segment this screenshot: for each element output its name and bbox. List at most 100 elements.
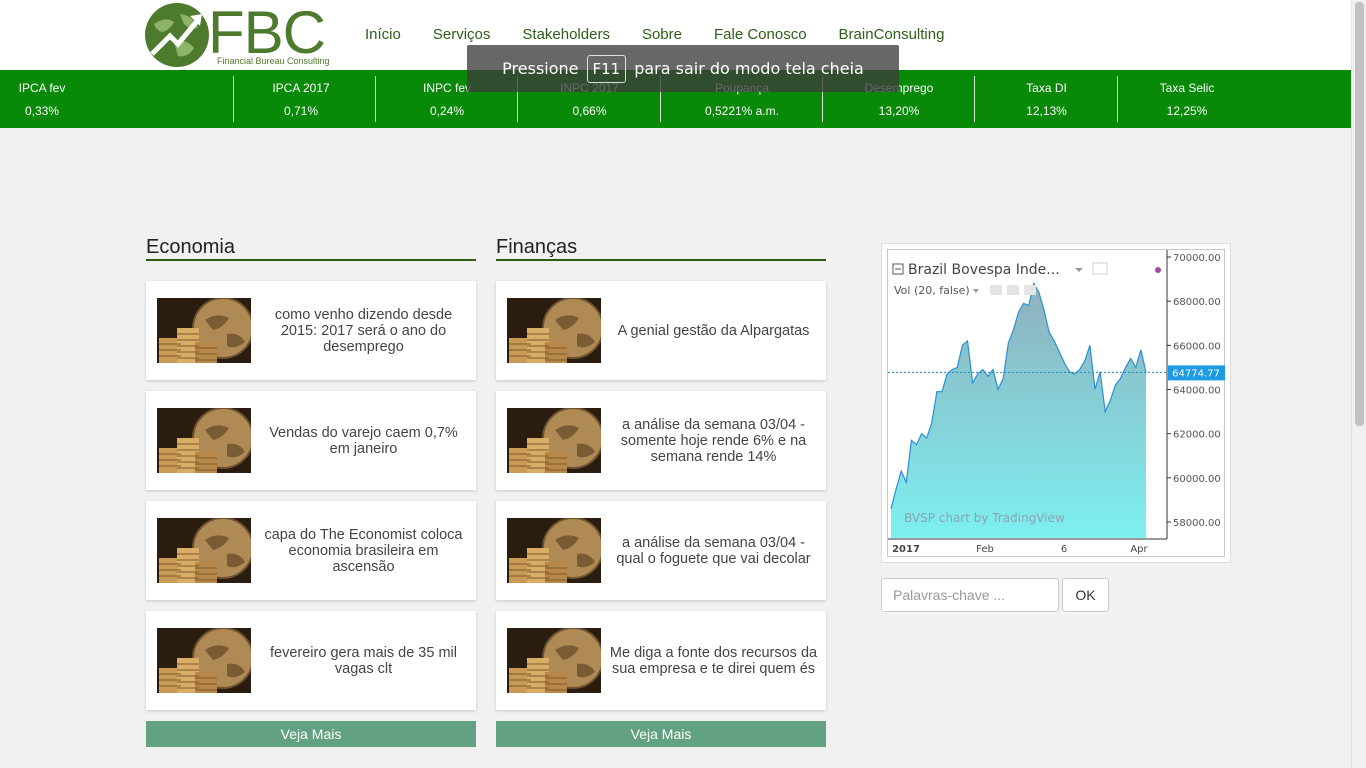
volume-dropdown-icon[interactable] [973,289,979,293]
y-tick-label: 58000.00 [1173,518,1221,529]
y-tick-label: 60000.00 [1173,474,1221,485]
nav-item-stakeholders[interactable]: Stakeholders [522,26,610,43]
coins-globe-thumbnail[interactable] [157,298,251,363]
article-title[interactable]: A genial gestão da Alpargatas [609,281,818,380]
indicator-name: IPCA 2017 [272,81,330,95]
indicator-value: 0,71% [283,104,319,118]
x-tick-label: 2017 [892,544,920,555]
article-title[interactable]: capa do The Economist coloca economia br… [259,501,468,600]
nav-item-inicio[interactable]: Início [365,26,401,43]
last-price-label: 64774.77 [1172,368,1220,379]
indicator-value: 0,24% [429,104,465,118]
globe-logo-icon [145,3,209,67]
article-title[interactable]: a análise da semana 03/04 - somente hoje… [609,391,818,490]
indicator-name: Taxa DI [1026,81,1067,95]
section-title-financas: Finanças [496,236,826,261]
search-input[interactable] [881,578,1059,612]
indicator-value: 12,25% [1166,104,1208,118]
article-title[interactable]: fevereiro gera mais de 35 mil vagas clt [259,611,468,710]
article-title[interactable]: Vendas do varejo caem 0,7% em janeiro [259,391,468,490]
toast-key: F11 [586,54,627,83]
indicator-ipca-2017: IPCA 2017 0,71% [234,70,376,128]
page-scrollbar[interactable] [1351,0,1366,768]
coins-globe-image [507,518,601,583]
indicator-taxa-di: Taxa DI 12,13% [975,70,1118,128]
coins-globe-thumbnail[interactable] [507,628,601,693]
fullscreen-exit-toast: Pressione F11 para sair do modo tela che… [467,45,899,92]
article-card[interactable]: A genial gestão da Alpargatas [496,281,826,380]
veja-mais-financas-button[interactable]: Veja Mais [496,721,826,747]
coins-globe-thumbnail[interactable] [507,298,601,363]
symbol-dropdown-icon[interactable] [1075,268,1083,272]
price-area [891,283,1146,538]
coins-globe-thumbnail[interactable] [157,628,251,693]
search-ok-button[interactable]: OK [1062,578,1109,612]
indicator-value: 0,33% [24,104,60,118]
toast-text-after: para sair do modo tela cheia [634,59,864,78]
indicator-value: 0,5221% a.m. [704,104,780,118]
bovespa-chart[interactable]: 58000.00 60000.00 62000.00 64000.00 66000.00… [888,250,1226,558]
article-card[interactable]: fevereiro gera mais de 35 mil vagas clt [146,611,476,710]
symbol-title[interactable]: Brazil Bovespa Inde... [908,262,1060,278]
article-card[interactable]: Me diga a fonte dos recursos da sua empr… [496,611,826,710]
nav-item-brainconsulting[interactable]: BrainConsulting [839,26,945,43]
indicator-value: 12,13% [1026,104,1067,118]
x-tick-label: Feb [976,544,994,555]
nav-item-servicos[interactable]: Serviços [433,26,491,43]
logo[interactable]: FBC Financial Bureau Consulting [144,0,330,68]
toast-text-before: Pressione [502,59,579,78]
article-title[interactable]: a análise da semana 03/04 - qual o fogue… [609,501,818,600]
coins-globe-image [507,408,601,473]
logo-subtitle: Financial Bureau Consulting [217,56,330,66]
veja-mais-economia-button[interactable]: Veja Mais [146,721,476,747]
tradingview-widget: 58000.00 60000.00 62000.00 64000.00 66000.00… [881,243,1231,563]
economia-section: Economia como venho dizendo desde 2015: … [146,236,476,747]
volume-label[interactable]: Vol (20, false) [894,284,970,297]
y-tick-label: 64000.00 [1173,386,1221,397]
indicator-ipca-fev: IPCA fev 0,33% [0,70,234,128]
x-tick-label: 6 [1061,544,1067,555]
nav-item-fale-conosco[interactable]: Fale Conosco [714,26,807,43]
x-axis-ticks: 2017 Feb 6 Apr [892,544,1148,555]
settings-icon[interactable] [1007,285,1019,295]
status-dot-icon [1155,267,1161,273]
coins-globe-thumbnail[interactable] [157,518,251,583]
y-tick-label: 66000.00 [1173,341,1221,352]
coins-globe-thumbnail[interactable] [507,408,601,473]
scrollbar-thumb[interactable] [1355,2,1364,426]
article-title[interactable]: Me diga a fonte dos recursos da sua empr… [609,611,818,710]
article-card[interactable]: a análise da semana 03/04 - qual o fogue… [496,501,826,600]
plot-area [890,281,1147,538]
main-nav: Início Serviços Stakeholders Sobre Fale … [365,26,976,43]
indicator-value: 0,66% [572,104,607,118]
coins-globe-image [157,408,251,473]
indicator-taxa-selic: Taxa Selic 12,25% [1118,70,1256,128]
coins-globe-image [507,298,601,363]
coins-globe-thumbnail[interactable] [157,408,251,473]
article-title[interactable]: como venho dizendo desde 2015: 2017 será… [259,281,468,380]
section-title-economia: Economia [146,236,476,261]
coins-globe-image [157,628,251,693]
nav-item-sobre[interactable]: Sobre [642,26,682,43]
eye-icon[interactable] [990,285,1002,295]
x-tick-label: Apr [1130,544,1148,555]
close-icon[interactable] [1024,285,1036,295]
article-card[interactable]: capa do The Economist coloca economia br… [146,501,476,600]
coins-globe-image [157,298,251,363]
article-card[interactable]: a análise da semana 03/04 - somente hoje… [496,391,826,490]
financas-section: Finanças A genial gestão da Alpargatas a… [496,236,826,747]
indicator-name: Taxa Selic [1159,81,1215,95]
eye-icon[interactable] [1092,262,1108,275]
coins-globe-image [157,518,251,583]
article-card[interactable]: Vendas do varejo caem 0,7% em janeiro [146,391,476,490]
coins-globe-image [507,628,601,693]
chart-watermark: BVSP chart by TradingView [904,511,1065,525]
y-tick-label: 62000.00 [1173,430,1221,441]
y-tick-label: 68000.00 [1173,297,1221,308]
coins-globe-thumbnail[interactable] [507,518,601,583]
chart-frame[interactable]: 58000.00 60000.00 62000.00 64000.00 66000.00… [887,249,1225,557]
indicator-value: 13,20% [878,104,920,118]
y-tick-label: 70000.00 [1173,253,1221,264]
article-card[interactable]: como venho dizendo desde 2015: 2017 será… [146,281,476,380]
y-axis-ticks: 58000.00 60000.00 62000.00 64000.00 66000.00… [1167,253,1221,529]
